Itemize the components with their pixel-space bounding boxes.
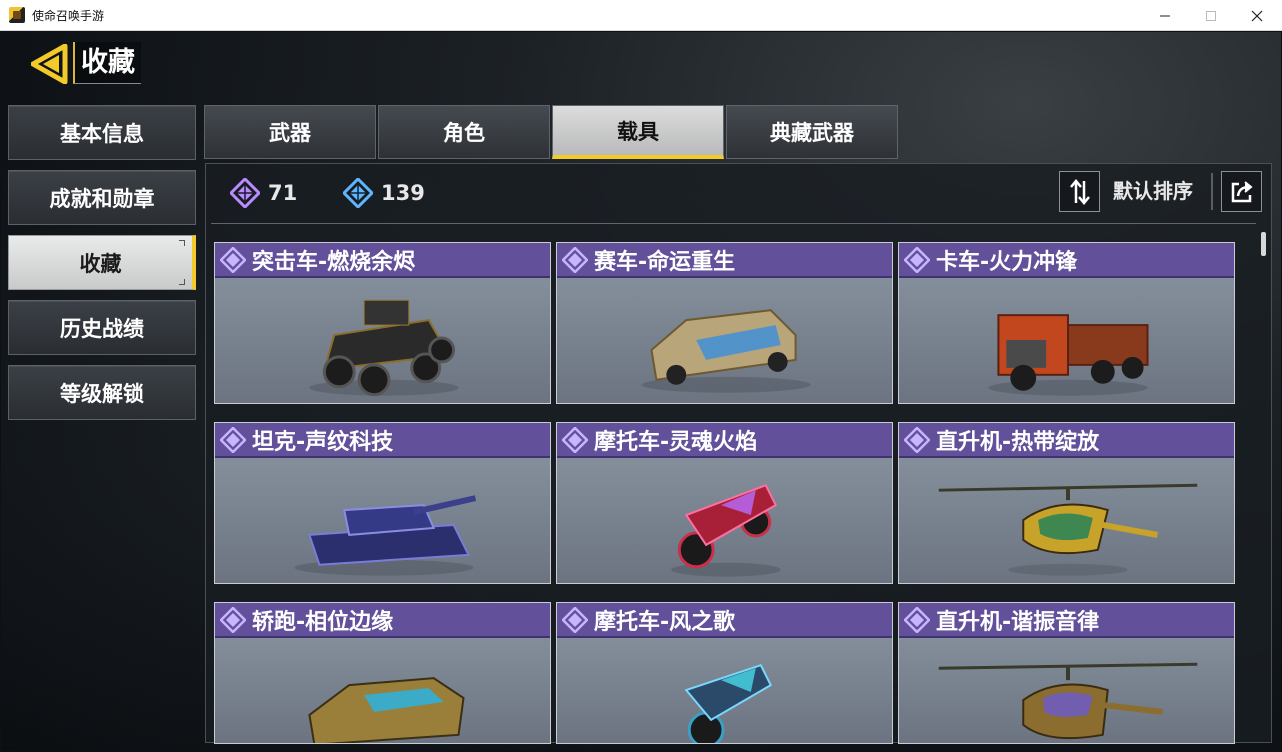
sort-button[interactable] [1059,171,1100,212]
sidebar-item-label: 基本信息 [60,121,144,146]
vehicle-name: 卡车-火力冲锋 [936,249,1078,275]
car-icon [641,309,811,393]
tab-characters[interactable]: 角色 [378,105,550,159]
vehicle-card[interactable]: 卡车-火力冲锋 [898,242,1235,404]
window-titlebar: 使命召唤手游 [0,0,1282,31]
tab-label: 角色 [443,121,485,145]
purple-gem-icon [562,606,588,633]
tab-label: 武器 [269,121,311,145]
purple-gem-icon [904,246,930,273]
sidebar-item-label: 等级解锁 [60,381,144,406]
vehicle-name: 直升机-谐振音律 [936,609,1100,635]
panel-divider [211,223,1256,224]
truck-icon [988,314,1149,396]
tank-icon [294,495,477,576]
card-header: 卡车-火力冲锋 [899,243,1234,278]
helicopter-icon [938,662,1198,740]
minimize-icon[interactable] [1142,0,1188,31]
sidebar-item-level-unlock[interactable]: 等级解锁 [8,365,196,420]
window-title: 使命召唤手游 [32,8,105,23]
purple-gem-icon [230,178,260,208]
vehicle-card[interactable]: 轿跑-相位边缘 [214,602,551,744]
card-header: 坦克-声纹科技 [215,423,550,458]
vehicle-name: 轿跑-相位边缘 [252,609,394,635]
corner-decoration [179,279,185,285]
sidebar-item-label: 历史战绩 [60,316,144,341]
vehicle-name: 坦克-声纹科技 [252,429,394,455]
blue-gem-icon [343,178,373,208]
sidebar-item-match-history[interactable]: 历史战绩 [8,300,196,355]
sidebar-item-label: 成就和勋章 [49,186,155,211]
motorcycle-icon [671,483,781,577]
card-header: 赛车-命运重生 [557,243,892,278]
vehicle-card[interactable]: 直升机-热带绽放 [898,422,1235,584]
sort-icon [1069,178,1090,205]
epic-count: 71 [230,176,297,210]
scrollbar-thumb[interactable] [1261,232,1266,256]
purple-gem-icon [220,426,246,453]
purple-gem-icon [904,426,930,453]
card-header: 摩托车-灵魂火焰 [557,423,892,458]
tab-legendary-weapons[interactable]: 典藏武器 [726,105,898,159]
sidebar-item-collection[interactable]: 收藏 [8,235,196,290]
card-header: 摩托车-风之歌 [557,603,892,638]
helicopter-icon [938,483,1198,576]
share-icon [1231,180,1253,202]
card-header: 突击车-燃烧余烬 [215,243,550,278]
share-button[interactable] [1221,171,1262,212]
epic-count-value: 71 [268,181,298,205]
purple-gem-icon [220,606,246,633]
vehicle-card[interactable]: 直升机-谐振音律 [898,602,1235,744]
tab-label: 典藏武器 [770,121,854,145]
tab-label: 载具 [617,119,659,144]
page-title: 收藏 [73,42,141,84]
vehicle-card[interactable]: 摩托车-灵魂火焰 [556,422,893,584]
sort-label[interactable]: 默认排序 [1113,171,1193,212]
vehicle-name: 摩托车-灵魂火焰 [594,429,758,455]
maximize-icon[interactable] [1188,0,1234,31]
vehicle-name: 赛车-命运重生 [594,249,736,275]
sportscar-icon [308,677,465,743]
game-area: 收藏 基本信息 成就和勋章 收藏 历史战绩 等级解锁 武器 角色 载具 典藏武器 [1,32,1281,751]
vehicle-card[interactable]: 赛车-命运重生 [556,242,893,404]
divider [1211,173,1213,210]
purple-gem-icon [562,246,588,273]
tab-vehicles[interactable]: 载具 [552,105,724,159]
vehicle-card[interactable]: 摩托车-风之歌 [556,602,893,744]
vehicle-name: 摩托车-风之歌 [594,609,736,635]
rare-count: 139 [343,176,425,210]
back-arrow-icon[interactable] [30,43,71,85]
vehicle-name: 直升机-热带绽放 [936,429,1100,455]
vehicle-card[interactable]: 突击车-燃烧余烬 [214,242,551,404]
card-header: 直升机-谐振音律 [899,603,1234,638]
purple-gem-icon [562,426,588,453]
card-header: 轿跑-相位边缘 [215,603,550,638]
purple-gem-icon [904,606,930,633]
motorcycle-icon [684,664,773,743]
buggy-icon [309,299,459,397]
app-icon [9,7,25,23]
corner-decoration [179,240,185,246]
purple-gem-icon [220,246,246,273]
sidebar-item-achievements[interactable]: 成就和勋章 [8,170,196,225]
sidebar-item-label: 收藏 [79,251,122,276]
tab-weapons[interactable]: 武器 [204,105,376,159]
card-header: 直升机-热带绽放 [899,423,1234,458]
rare-count-value: 139 [381,181,425,205]
vehicle-name: 突击车-燃烧余烬 [252,249,416,275]
close-icon[interactable] [1234,0,1280,31]
sidebar-item-basic-info[interactable]: 基本信息 [8,105,196,160]
vehicle-card[interactable]: 坦克-声纹科技 [214,422,551,584]
